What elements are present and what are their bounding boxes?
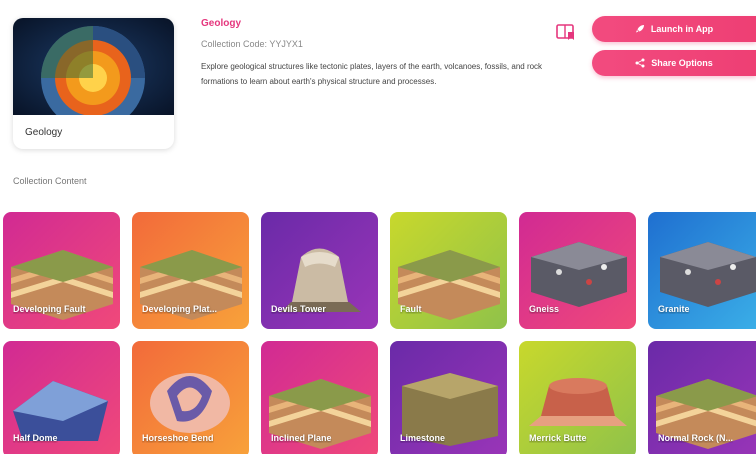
content-tile-label: Merrick Butte xyxy=(529,433,587,443)
content-tile[interactable]: Half Dome xyxy=(3,341,120,454)
collection-thumbnail-label: Geology xyxy=(25,127,63,138)
bookmark-icon[interactable] xyxy=(555,22,577,42)
content-tile-label: Developing Plat... xyxy=(142,304,218,314)
content-tile[interactable]: Normal Rock (N... xyxy=(648,341,756,454)
content-tile-label: Devils Tower xyxy=(271,304,326,314)
collection-subject: Geology xyxy=(201,18,242,29)
collection-description: Explore geological structures like tecto… xyxy=(201,62,543,86)
earth-core-image xyxy=(13,18,174,115)
content-tile-label: Granite xyxy=(658,304,690,314)
content-tile[interactable]: Limestone xyxy=(390,341,507,454)
content-tile-label: Normal Rock (N... xyxy=(658,433,734,443)
rocket-icon xyxy=(635,25,644,33)
share-options-button[interactable]: Share Options xyxy=(592,50,756,76)
content-tile-label: Fault xyxy=(400,304,422,314)
content-tile-label: Gneiss xyxy=(529,304,560,314)
content-tile[interactable]: Gneiss xyxy=(519,212,636,329)
content-tile-label: Half Dome xyxy=(13,433,58,443)
content-tile[interactable]: Devils Tower xyxy=(261,212,378,329)
content-tile[interactable]: Inclined Plane xyxy=(261,341,378,454)
share-icon xyxy=(635,58,645,68)
content-tile[interactable]: Granite xyxy=(648,212,756,329)
content-tile[interactable]: Fault xyxy=(390,212,507,329)
content-tile-label: Horseshoe Bend xyxy=(142,433,214,443)
content-tile[interactable]: Developing Plat... xyxy=(132,212,249,329)
content-tile[interactable]: Horseshoe Bend xyxy=(132,341,249,454)
collection-thumbnail-card[interactable]: Geology xyxy=(13,18,174,149)
share-options-label: Share Options xyxy=(651,58,713,68)
launch-in-app-label: Launch in App xyxy=(650,24,714,34)
collection-code: Collection Code: YYJYX1 xyxy=(201,39,303,49)
content-tile[interactable]: Merrick Butte xyxy=(519,341,636,454)
content-tile-label: Inclined Plane xyxy=(271,433,332,443)
launch-in-app-button[interactable]: Launch in App xyxy=(592,16,756,42)
content-tile[interactable]: Developing Fault xyxy=(3,212,120,329)
content-tile-label: Limestone xyxy=(400,433,446,443)
collection-content-heading: Collection Content xyxy=(13,176,87,186)
content-tile-label: Developing Fault xyxy=(13,304,86,314)
